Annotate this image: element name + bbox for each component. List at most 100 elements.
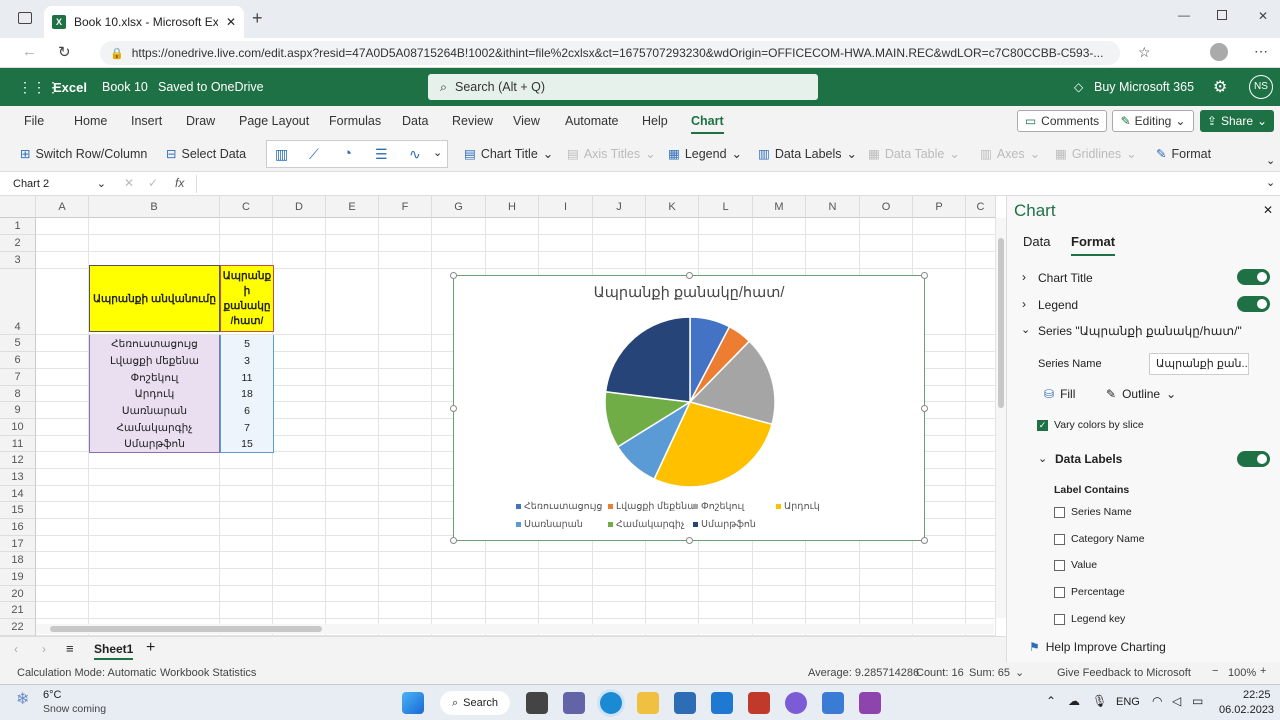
chevron-down-icon[interactable]: ⌄	[1015, 666, 1024, 679]
tab-review[interactable]: Review	[452, 114, 493, 128]
pie-chart-icon[interactable]: ◔	[343, 145, 352, 162]
row-header[interactable]: 4	[0, 269, 36, 335]
resize-handle[interactable]	[921, 405, 928, 412]
pie-slice[interactable]	[604, 316, 691, 403]
battery-icon[interactable]: ▭	[1192, 694, 1203, 708]
tab-page-layout[interactable]: Page Layout	[239, 114, 309, 128]
legend-entry[interactable]: Սմարթֆոն	[693, 519, 756, 530]
switch-row-column-button[interactable]: ⊞ Switch Row/Column	[20, 146, 147, 162]
legend-entry[interactable]: Փոշեկուլ	[693, 501, 744, 512]
add-sheet-icon[interactable]: +	[146, 639, 155, 657]
column-header[interactable]: J	[593, 196, 646, 218]
product-name-cell[interactable]: Հեռուստացույց	[89, 335, 220, 353]
favorites-icon[interactable]: ☆	[1138, 44, 1151, 61]
product-name-cell[interactable]: Սմարթֆոն	[89, 436, 220, 453]
vary-colors-checkbox[interactable]: ✓	[1037, 420, 1048, 431]
close-window-icon[interactable]: ✕	[1258, 9, 1268, 23]
select-all-corner[interactable]	[0, 196, 36, 218]
ribbon-expand-icon[interactable]: ⌄	[1266, 154, 1275, 167]
cancel-icon[interactable]: ✕	[124, 176, 134, 190]
product-name-cell[interactable]: Արդուկ	[89, 386, 220, 403]
column-chart-icon[interactable]: ▥	[275, 146, 288, 163]
data-table-button[interactable]: ▦ Data Table ⌄	[868, 146, 960, 162]
row-header[interactable]: 2	[0, 235, 36, 252]
maximize-icon[interactable]	[1217, 10, 1227, 20]
category-name-checkbox[interactable]	[1054, 534, 1065, 545]
microphone-icon[interactable]: 🎙	[1092, 694, 1107, 708]
legend-button[interactable]: ▦ Legend ⌄	[668, 146, 742, 162]
chart-title-toggle[interactable]	[1237, 269, 1270, 285]
legend-entry[interactable]: Հեռուստացույց	[516, 501, 602, 512]
column-header[interactable]: E	[326, 196, 379, 218]
row-header[interactable]: 21	[0, 602, 36, 619]
series-name-input[interactable]: Ապրանքի քան...	[1149, 353, 1249, 375]
wifi-icon[interactable]: ◠	[1152, 694, 1162, 708]
chart-legend[interactable]: Հեռուստացույց Լվացքի մեքենա Փոշեկուլ Արդուկ…	[516, 501, 846, 533]
row-header[interactable]: 7	[0, 369, 36, 386]
row-header[interactable]: 8	[0, 386, 36, 402]
row-header[interactable]: 20	[0, 586, 36, 602]
resize-handle[interactable]	[921, 537, 928, 544]
data-labels-section[interactable]: Data Labels	[1055, 452, 1122, 466]
minimize-icon[interactable]: —	[1178, 8, 1190, 22]
row-header[interactable]: 22	[0, 619, 36, 636]
chevron-up-icon[interactable]: ⌃	[1046, 694, 1056, 708]
resize-handle[interactable]	[450, 272, 457, 279]
area-chart-icon[interactable]: ∿	[409, 146, 421, 163]
next-sheet-icon[interactable]: ›	[42, 642, 46, 656]
gallery-more-icon[interactable]: ⌄	[433, 146, 442, 159]
new-tab-icon[interactable]: +	[252, 8, 263, 29]
fill-button[interactable]: ⛁ Fill	[1044, 387, 1075, 401]
format-button[interactable]: ✎ Format	[1156, 146, 1211, 162]
store-icon[interactable]	[674, 692, 696, 714]
legend-entry[interactable]: Համակարգիչ	[608, 519, 685, 530]
edge-icon[interactable]	[600, 692, 622, 714]
column-header[interactable]: N	[806, 196, 860, 218]
quantity-cell[interactable]: 5	[220, 335, 274, 353]
tab-automate[interactable]: Automate	[565, 114, 619, 128]
product-name-cell[interactable]: Փոշեկուլ	[89, 369, 220, 387]
quantity-cell[interactable]: 18	[220, 386, 274, 403]
column-header[interactable]: D	[273, 196, 326, 218]
zoom-out-icon[interactable]: −	[1212, 665, 1218, 677]
column-header[interactable]: B	[89, 196, 220, 218]
tab-actions-icon[interactable]	[18, 12, 32, 24]
zoom-level[interactable]: 100%	[1228, 667, 1256, 679]
clock-time[interactable]: 22:25	[1243, 689, 1271, 701]
product-name-cell[interactable]: Սառնարան	[89, 402, 220, 420]
gift-icon[interactable]	[748, 692, 770, 714]
row-header[interactable]: 17	[0, 536, 36, 552]
legend-entry[interactable]: Լվացքի մեքենա	[608, 501, 696, 512]
calc-mode[interactable]: Calculation Mode: Automatic	[17, 667, 156, 679]
chart-title-section[interactable]: Chart Title	[1038, 271, 1093, 285]
product-name-cell[interactable]: Լվացքի մեքենա	[89, 352, 220, 370]
share-button[interactable]: ⇪ Share ⌄	[1200, 110, 1274, 132]
column-header[interactable]: K	[646, 196, 699, 218]
legend-key-checkbox[interactable]	[1054, 614, 1065, 625]
tab-view[interactable]: View	[513, 114, 540, 128]
data-labels-button[interactable]: ▥ Data Labels ⌄	[758, 146, 857, 162]
tab-insert[interactable]: Insert	[131, 114, 162, 128]
resize-handle[interactable]	[921, 272, 928, 279]
tab-file[interactable]: File	[24, 114, 44, 128]
prev-sheet-icon[interactable]: ‹	[14, 642, 18, 656]
legend-section[interactable]: Legend	[1038, 298, 1078, 312]
chat-icon[interactable]	[563, 692, 585, 714]
chevron-down-icon[interactable]: ⌄	[1038, 452, 1047, 465]
taskbar-search[interactable]: ⌕ Search	[440, 691, 510, 715]
quantity-cell[interactable]: 7	[220, 419, 274, 437]
comments-button[interactable]: ▭ Comments	[1017, 110, 1107, 132]
column-header[interactable]: H	[486, 196, 539, 218]
gridlines-button[interactable]: ▦ Gridlines ⌄	[1055, 146, 1137, 162]
row-header[interactable]: 16	[0, 519, 36, 536]
settings-icon[interactable]: ⚙	[1213, 77, 1227, 97]
chevron-down-icon[interactable]: ⌄	[1266, 176, 1275, 189]
fx-icon[interactable]: fx	[175, 176, 184, 190]
all-sheets-icon[interactable]: ≡	[66, 641, 74, 656]
tab-pane-format[interactable]: Format	[1071, 234, 1116, 256]
file-explorer-icon[interactable]	[637, 692, 659, 714]
legend-toggle[interactable]	[1237, 296, 1270, 312]
tab-draw[interactable]: Draw	[186, 114, 215, 128]
quantity-cell[interactable]: 11	[220, 369, 274, 387]
browser-tab[interactable]: X Book 10.xlsx - Microsoft Excel Or ✕	[44, 6, 244, 38]
